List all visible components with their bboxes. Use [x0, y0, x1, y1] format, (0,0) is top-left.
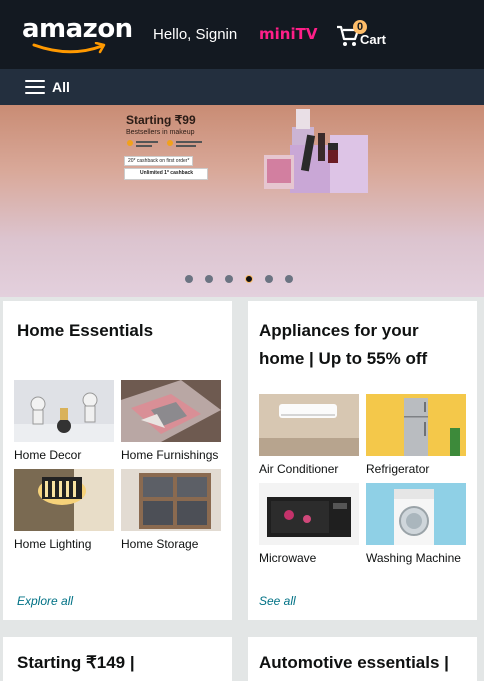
- home-decor-image: [14, 380, 114, 442]
- tile-caption: Home Storage: [121, 537, 199, 551]
- see-all-link[interactable]: See all: [259, 594, 296, 608]
- home-essentials-card: Home Essentials Home Decor Home Furnishi…: [3, 301, 232, 620]
- hamburger-menu-icon[interactable]: [25, 80, 45, 94]
- minitv-link[interactable]: miniTV: [259, 25, 317, 43]
- tile-caption: Refrigerator: [366, 462, 430, 476]
- cart-button[interactable]: 0 Cart: [336, 20, 396, 50]
- carousel-dots: [0, 273, 484, 285]
- card-title-line-2: home | Up to 55% off: [259, 349, 428, 368]
- hero-subtitle: Bestsellers in makeup: [126, 129, 195, 136]
- tile-home-lighting[interactable]: Home Lighting: [14, 469, 114, 551]
- smile-arrow-icon: [32, 42, 106, 54]
- card-title: Automotive essentials |: [259, 653, 449, 672]
- hero-carousel[interactable]: Starting ₹99 Bestsellers in makeup 20* c…: [0, 105, 484, 297]
- hero-cashback-tag: 20* cashback on first order*: [124, 156, 194, 166]
- all-menu-button[interactable]: All: [52, 79, 70, 95]
- washing-machine-image: [366, 483, 466, 545]
- tile-caption: Microwave: [259, 551, 317, 565]
- tile-washing-machine[interactable]: Washing Machine: [366, 483, 466, 565]
- tile-refrigerator[interactable]: Refrigerator: [366, 394, 466, 476]
- starting-149-card: Starting ₹149 |: [3, 637, 232, 681]
- carousel-dot-4[interactable]: [245, 275, 253, 283]
- tile-air-conditioner[interactable]: Air Conditioner: [259, 394, 359, 476]
- hero-unlimited-tag: Unlimited 1* cashback: [124, 168, 208, 180]
- makeup-products-image: [264, 109, 368, 193]
- microwave-image: [259, 483, 359, 545]
- tile-caption: Home Lighting: [14, 537, 92, 551]
- home-furnishings-image: [121, 380, 221, 442]
- tile-caption: Washing Machine: [366, 551, 461, 565]
- logo-text: amazon: [22, 14, 133, 44]
- top-header: amazon Hello, Signin miniTV 0 Cart: [0, 0, 484, 69]
- automotive-card: Automotive essentials |: [248, 637, 477, 681]
- card-title-line-1: Appliances for your: [259, 321, 419, 340]
- carousel-dot-2[interactable]: [205, 275, 213, 283]
- hero-unlimited-text: Unlimited 1* cashback: [140, 170, 194, 176]
- carousel-dot-5[interactable]: [265, 275, 273, 283]
- carousel-dot-1[interactable]: [185, 275, 193, 283]
- home-storage-image: [121, 469, 221, 531]
- tile-home-decor[interactable]: Home Decor: [14, 380, 114, 462]
- carousel-dot-6[interactable]: [285, 275, 293, 283]
- tile-microwave[interactable]: Microwave: [259, 483, 359, 565]
- card-title: Home Essentials: [17, 321, 154, 340]
- appliances-card: Appliances for your home | Up to 55% off…: [248, 301, 477, 620]
- explore-all-link[interactable]: Explore all: [17, 594, 73, 608]
- hero-title: Starting ₹99: [126, 113, 196, 127]
- nav-bar: All: [0, 69, 484, 105]
- refrigerator-image: [366, 394, 466, 456]
- tile-home-storage[interactable]: Home Storage: [121, 469, 221, 551]
- hero-offer-badges: [127, 140, 202, 147]
- card-title: Starting ₹149 |: [17, 653, 135, 672]
- tile-caption: Home Furnishings: [121, 448, 219, 462]
- signin-greeting[interactable]: Hello, Signin: [153, 26, 237, 43]
- tile-caption: Air Conditioner: [259, 462, 339, 476]
- tile-home-furnishings[interactable]: Home Furnishings: [121, 380, 221, 462]
- home-lighting-image: [14, 469, 114, 531]
- carousel-dot-3[interactable]: [225, 275, 233, 283]
- tile-caption: Home Decor: [14, 448, 82, 462]
- air-conditioner-image: [259, 394, 359, 456]
- amazon-logo[interactable]: amazon: [22, 14, 133, 54]
- cart-label: Cart: [360, 32, 387, 47]
